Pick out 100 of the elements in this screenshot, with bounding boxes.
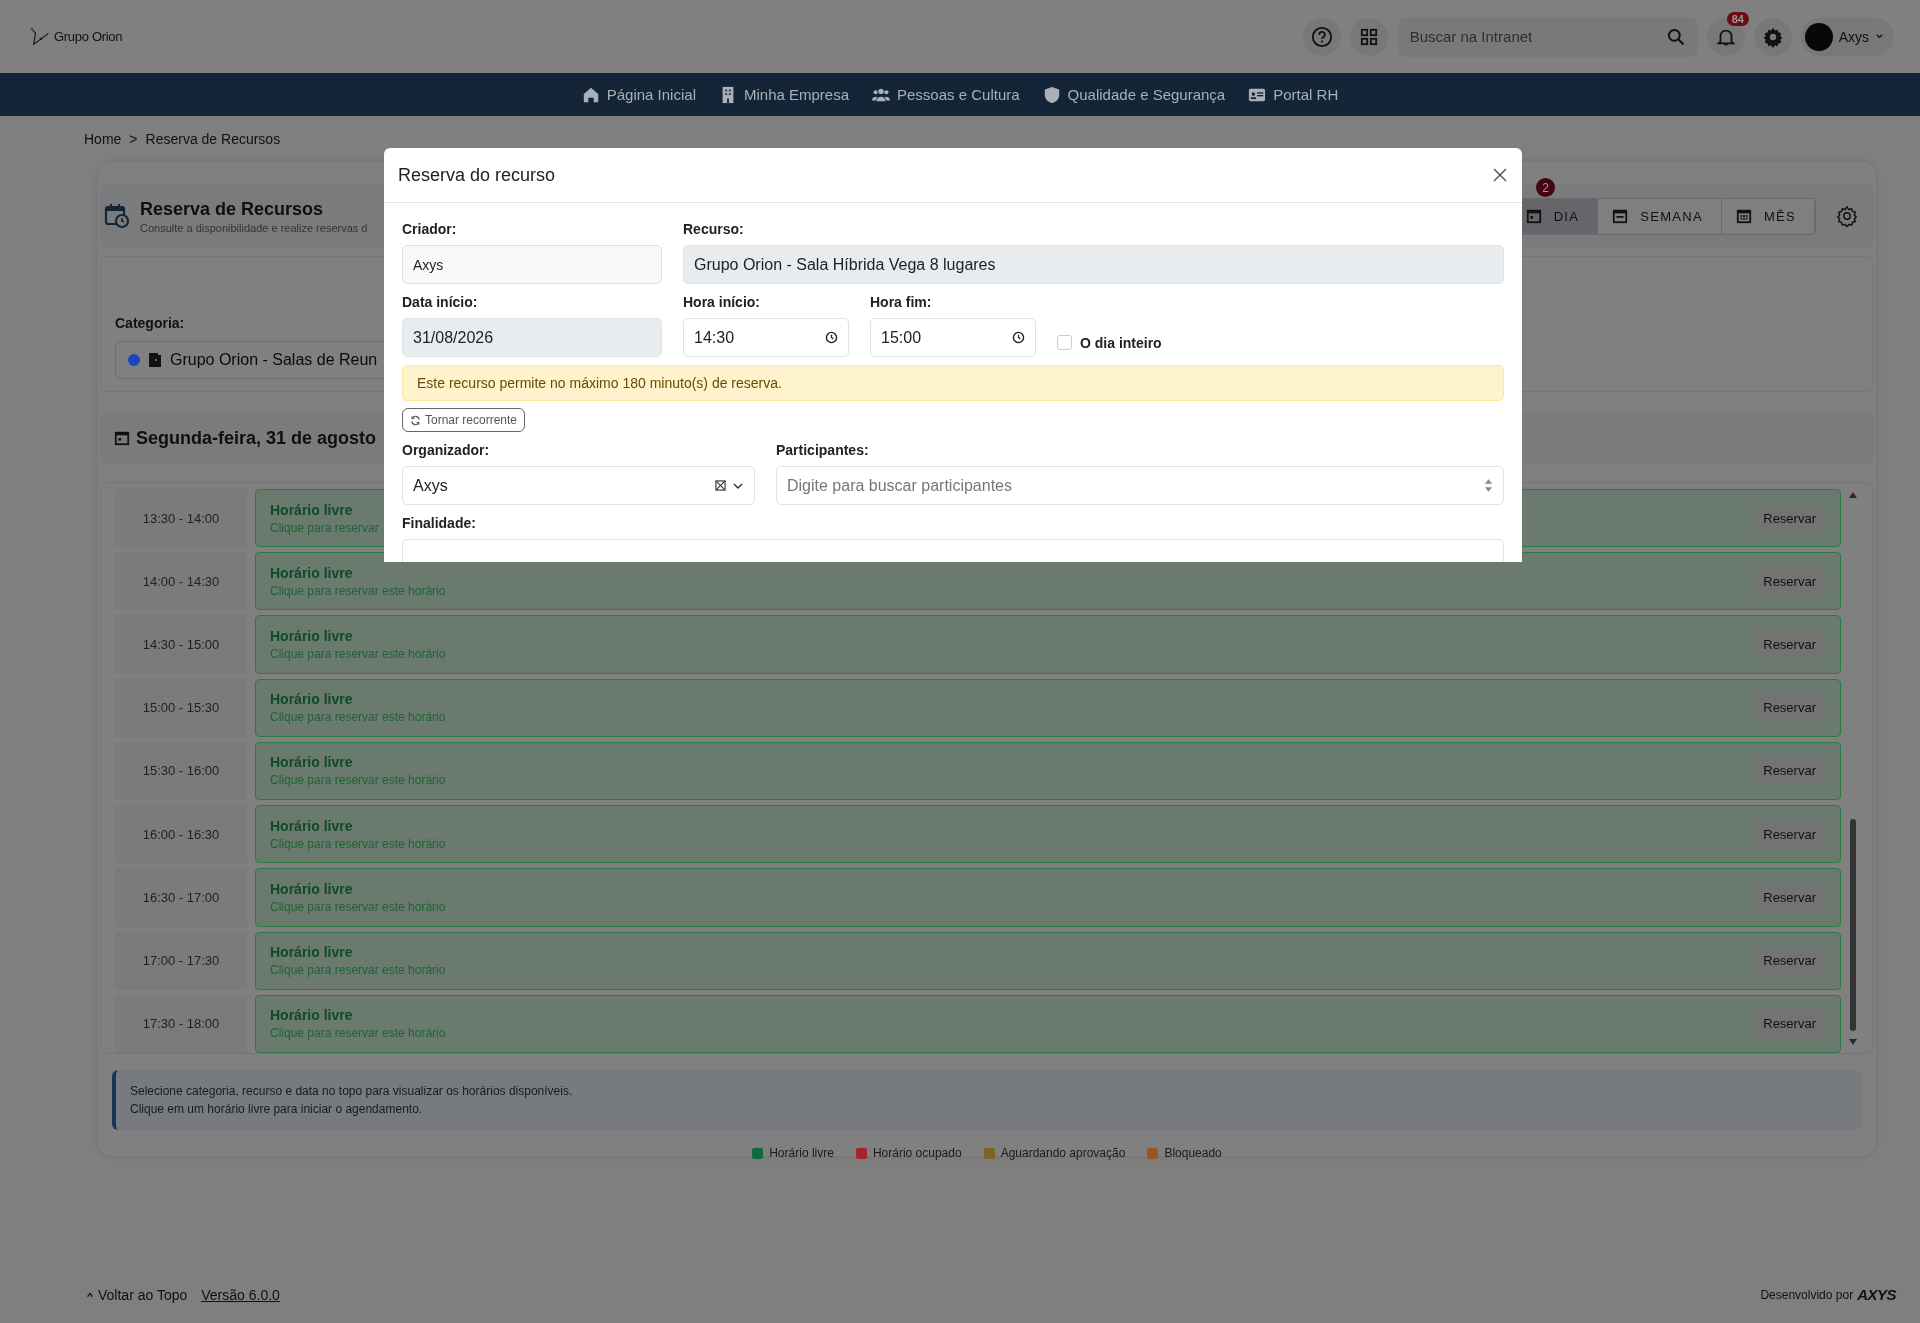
time-slot[interactable]: Horário livre Clique para reservar este horário Reservar [255, 805, 1841, 864]
modal-title: Reserva do recurso [398, 164, 556, 186]
time-label: 16:30 - 17:00 [115, 868, 247, 927]
sort-icon [1484, 478, 1493, 493]
info-text: Clique em um horário livre para iniciar o agendamento. [130, 1101, 424, 1118]
page-subtitle: Consulte a disponibilidade e realize reservas d [140, 221, 368, 234]
slot-title: Horário livre [270, 501, 354, 518]
slot-title: Horário livre [270, 754, 354, 771]
calendar-clock-icon [104, 203, 130, 229]
field-label: Finalidade: [402, 515, 477, 531]
count-badge: 2 [1536, 178, 1555, 197]
caret-up-icon [86, 1290, 94, 1299]
time-label: 15:00 - 15:30 [115, 678, 247, 737]
sync-icon [410, 414, 421, 426]
clock-icon [825, 331, 838, 344]
time-field[interactable]: 15:00 [870, 318, 1036, 357]
field-label: Recurso: [683, 221, 745, 237]
slot-hint: Clique para reservar este horário [270, 647, 446, 662]
slot-title: Horário livre [270, 944, 354, 961]
slot-hint: Clique para reservar este horário [270, 899, 446, 914]
back-to-top-link[interactable]: Voltar ao Topo [86, 1286, 188, 1303]
breadcrumb-separator: > [129, 131, 138, 147]
organizer-select[interactable]: Axys [402, 466, 755, 505]
creator-field[interactable]: Axys [402, 245, 662, 284]
reserve-button[interactable]: Reservar [1753, 567, 1826, 595]
reserve-button[interactable]: Reservar [1753, 757, 1826, 785]
slot-hint: Clique para reservar este horário [270, 963, 446, 978]
recurring-button[interactable]: Tornar recorrente [402, 408, 526, 432]
breadcrumb-link[interactable]: Home [84, 131, 122, 147]
time-slot[interactable]: Horário livre Clique para reservar este horário Reservar [255, 678, 1841, 737]
clock-icon [1012, 331, 1025, 344]
reserve-button[interactable]: Reservar [1753, 694, 1826, 722]
slot-hint: Clique para reservar este horário [270, 836, 446, 851]
time-slot[interactable]: Horário livre Clique para reservar este horário Reservar [255, 741, 1841, 801]
calendar-icon [1735, 208, 1752, 224]
credit-text: Desenvolvido por [1760, 1287, 1854, 1302]
date-field[interactable]: 31/08/2026 [402, 318, 662, 357]
slot-title: Horário livre [270, 628, 354, 645]
reserve-button[interactable]: Reservar [1753, 504, 1826, 532]
view-tab[interactable]: MÊS [1721, 198, 1815, 234]
close-icon [1492, 167, 1508, 183]
checkbox[interactable] [1057, 335, 1072, 350]
slot-title: Horário livre [270, 564, 354, 581]
legend-label: Horário ocupado [872, 1146, 962, 1160]
nav-link[interactable]: Qualidade e Segurança [1042, 85, 1226, 104]
logo[interactable]: Grupo Orion [30, 25, 123, 48]
settings-icon [1836, 205, 1858, 227]
reserve-button[interactable]: Reservar [1753, 883, 1826, 911]
slot-hint: Clique para reservar este horário [270, 583, 446, 598]
field-label: Hora início: [683, 294, 761, 310]
legend-label: Horário livre [769, 1146, 834, 1160]
search-icon [1665, 26, 1686, 47]
field-label: Categoria: [115, 315, 186, 331]
time-slot[interactable]: Horário livre Clique para reservar este horário Reservar [255, 994, 1841, 1053]
shield-icon [1042, 85, 1061, 104]
reserve-button[interactable]: Reservar [1753, 947, 1826, 975]
time-slot[interactable]: Horário livre Clique para reservar este horário Reservar [255, 615, 1841, 674]
nav-link[interactable]: Página Inicial [581, 85, 696, 104]
notification-count: 84 [1726, 11, 1749, 26]
time-label: 14:00 - 14:30 [115, 552, 247, 611]
time-label: 17:00 - 17:30 [115, 931, 247, 990]
time-slot[interactable]: Horário livre Clique para reservar este horário Reservar [255, 868, 1841, 927]
reserve-button[interactable]: Reservar [1753, 1010, 1826, 1038]
slot-hint: Clique para reservar este horário [270, 710, 446, 725]
slot-hint: Clique para reservar este horário [270, 773, 446, 788]
resource-field[interactable]: Grupo Orion - Sala Híbrida Vega 8 lugares [683, 245, 1504, 284]
participants-field[interactable]: Digite para buscar participantes [776, 466, 1504, 505]
field-label: Data início: [402, 294, 479, 310]
page-title: Reserva de Recursos [140, 198, 325, 220]
calendar-icon [114, 430, 130, 446]
slot-hint: Clique para reservar [270, 520, 379, 535]
slot-title: Horário livre [270, 880, 354, 897]
help-icon [1310, 25, 1333, 48]
checkbox-label: O dia inteiro [1080, 334, 1162, 351]
caret-icon [1875, 32, 1884, 41]
view-tab[interactable]: SEMANA [1598, 198, 1722, 234]
reserve-button[interactable]: Reservar [1753, 820, 1826, 848]
time-slot[interactable]: Horário livre Clique para reservar este horário Reservar [255, 931, 1841, 990]
nav-link[interactable]: Minha Empresa [718, 85, 849, 104]
nav-link[interactable]: Pessoas e Cultura [872, 85, 1020, 104]
nav-link[interactable]: Portal RH [1248, 85, 1339, 104]
time-field[interactable]: 14:30 [683, 318, 849, 357]
settings-button[interactable] [1836, 205, 1858, 227]
close-button[interactable] [1492, 167, 1508, 183]
search-field[interactable]: Buscar na Intranet [1397, 16, 1698, 57]
slot-title: Horário livre [270, 691, 354, 708]
door-icon [148, 352, 162, 368]
version-link[interactable]: Versão 6.0.0 [201, 1286, 280, 1303]
time-label: 13:30 - 14:00 [115, 489, 247, 548]
calendar-icon [1612, 208, 1629, 224]
alert-message: Este recurso permite no máximo 180 minuto(s) de reserva. [402, 365, 1504, 401]
slot-title: Horário livre [270, 817, 354, 834]
time-label: 16:00 - 16:30 [115, 805, 247, 864]
calendar-icon [1525, 208, 1542, 224]
date-heading: Segunda-feira, 31 de agosto [136, 427, 377, 449]
reserve-button[interactable]: Reservar [1753, 631, 1826, 659]
time-label: 15:30 - 16:00 [115, 741, 247, 801]
time-label: 14:30 - 15:00 [115, 615, 247, 674]
user-menu[interactable]: Axys [1800, 17, 1894, 56]
time-label: 17:30 - 18:00 [115, 994, 247, 1053]
